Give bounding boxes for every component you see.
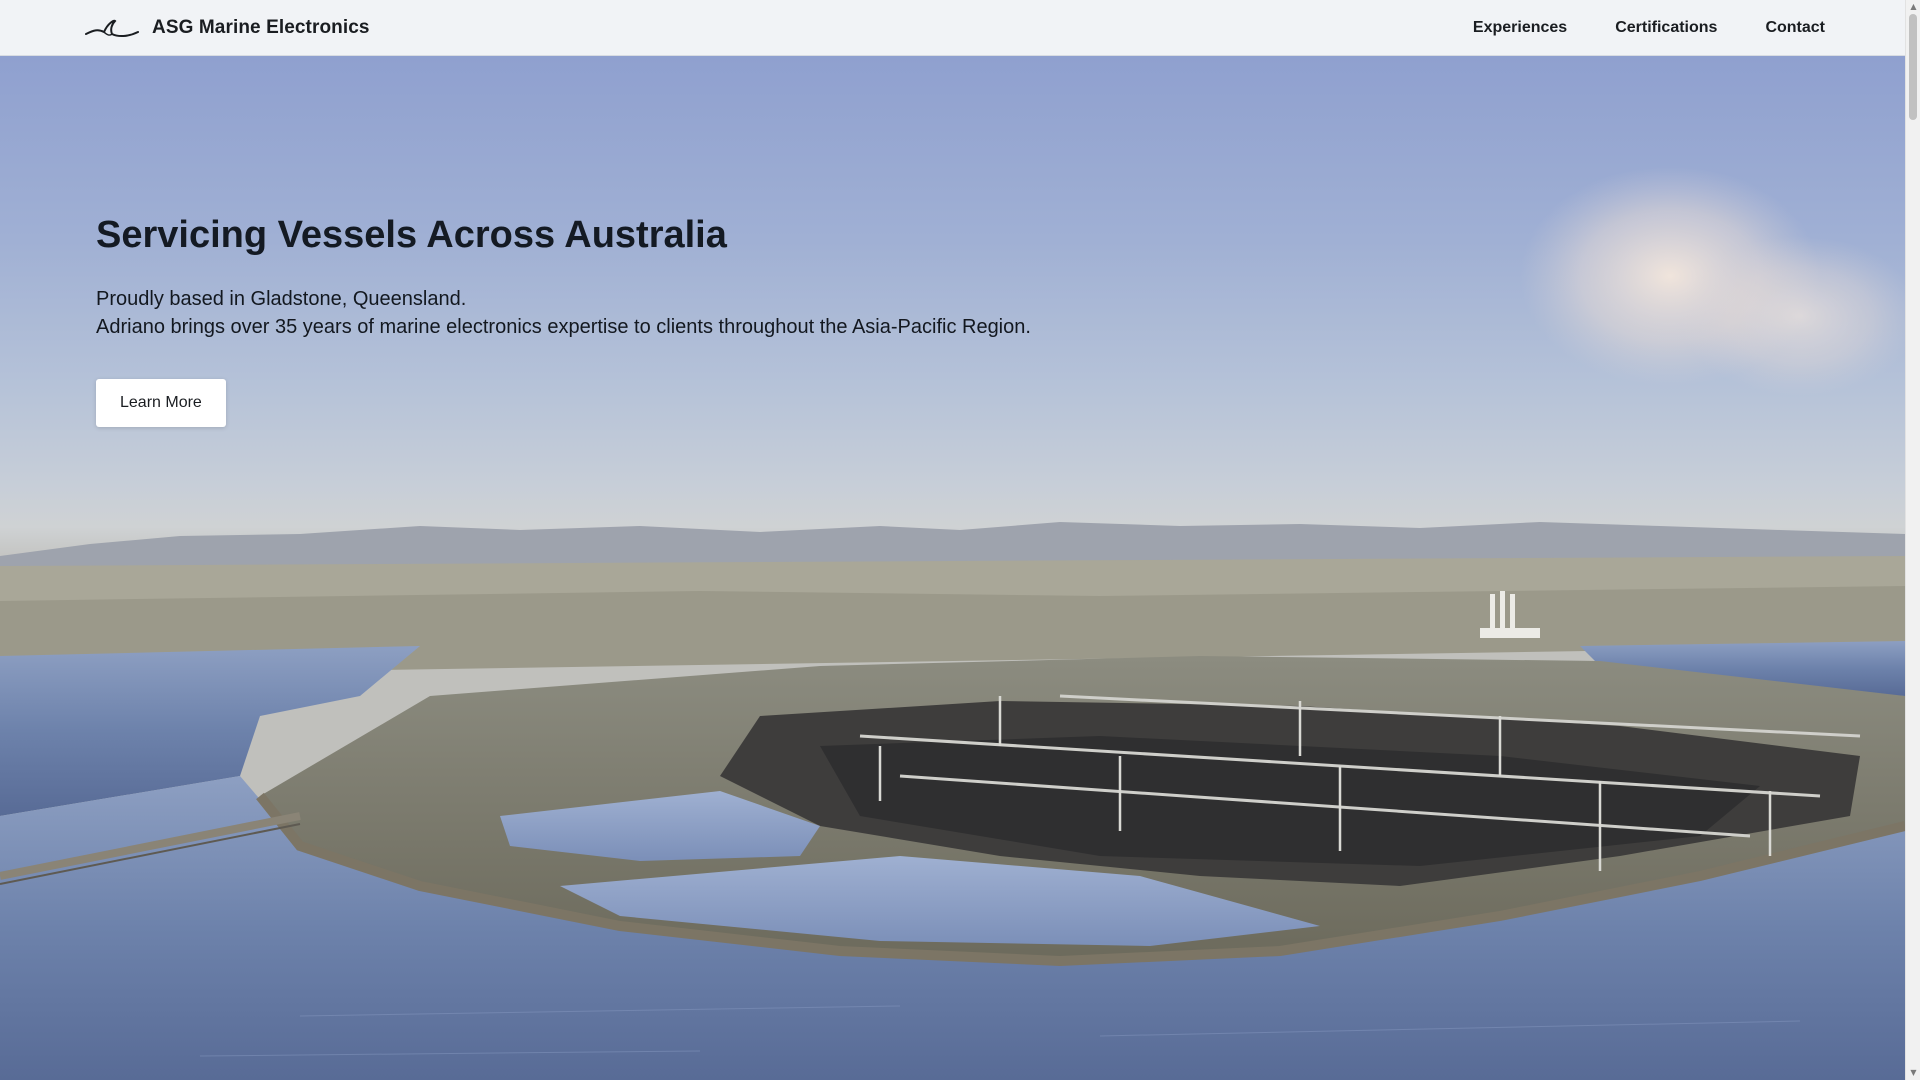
hero-background-image xyxy=(0,166,1905,1080)
vertical-scrollbar[interactable]: ▲ ▼ xyxy=(1905,0,1920,1080)
scrollbar-thumb[interactable] xyxy=(1909,14,1917,120)
brand-name[interactable]: ASG Marine Electronics xyxy=(152,17,370,39)
main-nav: Experiences Certifications Contact xyxy=(1425,0,1825,56)
learn-more-button[interactable]: Learn More xyxy=(96,379,226,427)
nav-link-certifications[interactable]: Certifications xyxy=(1615,19,1717,37)
hero-section: Servicing Vessels Across Australia Proud… xyxy=(0,56,1905,1080)
hero-title: Servicing Vessels Across Australia xyxy=(96,214,727,256)
scroll-down-arrow-icon[interactable]: ▼ xyxy=(1906,1066,1920,1080)
top-navbar: ASG Marine Electronics Experiences Certi… xyxy=(0,0,1905,56)
hero-subtitle-experience: Adriano brings over 35 years of marine e… xyxy=(96,316,1031,338)
wave-logo-icon[interactable] xyxy=(84,17,140,39)
hero-subtitle-location: Proudly based in Gladstone, Queensland. xyxy=(96,288,467,310)
nav-link-contact[interactable]: Contact xyxy=(1765,19,1825,37)
brand[interactable]: ASG Marine Electronics xyxy=(84,0,370,56)
page: ASG Marine Electronics Experiences Certi… xyxy=(0,0,1920,1080)
scroll-up-arrow-icon[interactable]: ▲ xyxy=(1906,0,1920,14)
hero-content: Servicing Vessels Across Australia Proud… xyxy=(96,214,1031,427)
nav-link-experiences[interactable]: Experiences xyxy=(1473,19,1567,37)
